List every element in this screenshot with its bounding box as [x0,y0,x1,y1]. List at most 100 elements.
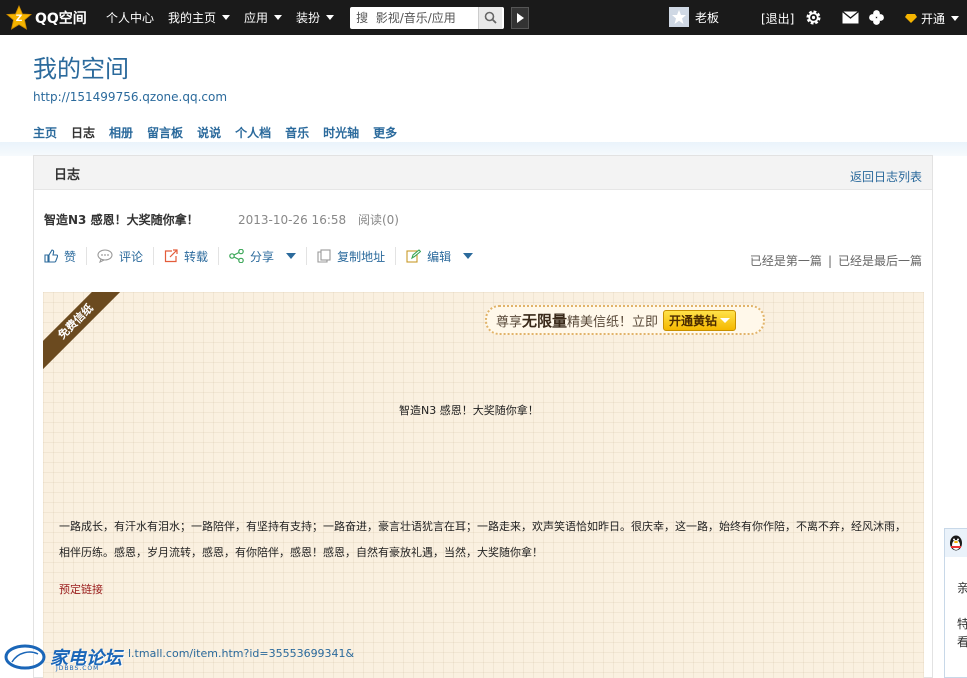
topnav-my-home[interactable]: 我的主页 [168,9,231,26]
post-reads: 阅读(0) [357,213,399,227]
qzone-logo[interactable]: Z QQ空间 [6,4,96,31]
thumbs-up-icon [44,249,58,263]
nav-guestbook[interactable]: 留言板 [147,124,183,141]
repost-button[interactable]: 转载 [154,247,220,265]
avatar [669,7,689,27]
free-paper-ribbon: 免费信纸 [43,292,123,372]
caret-down-icon [326,15,335,20]
edit-button[interactable]: 编辑 [396,247,483,265]
nav-home[interactable]: 主页 [33,124,57,141]
post-date: 2013-10-26 16:58 [238,213,347,227]
repost-label: 转载 [184,249,209,264]
main-nav: 主页 日志 相册 留言板 说说 个人档 音乐 时光轴 更多 [33,124,411,141]
search-icon [484,11,497,24]
nav-album[interactable]: 相册 [109,124,133,141]
like-label: 赞 [64,249,77,264]
play-arrow-icon [516,12,524,23]
star-logo-icon: Z [6,4,32,30]
topnav-label: 个人中心 [106,11,155,25]
topnav-decorate[interactable]: 装扮 [296,9,335,26]
nav-blog[interactable]: 日志 [71,124,95,141]
body-text: 一路成长，有汗水有泪水；一路陪伴，有坚持有支持；一路奋进，豪言壮语犹言在耳；一路… [59,520,906,559]
side-text-1: 亲 [957,581,967,595]
jdbbs-watermark: 家电论坛 JDBBS.COM [4,639,129,675]
copy-icon [317,249,331,263]
penguin-icon [950,535,962,551]
logo-text: QQ空间 [35,10,87,27]
topnav-label: 装扮 [296,11,321,25]
blog-panel: 日志 返回日志列表 智造N3 感恩！大奖随你拿！ 2013-10-26 16:5… [33,155,933,678]
post-title: 智造N3 感恩！大奖随你拿！ [44,213,199,227]
space-title: 我的空间 [33,55,129,83]
diamond-icon [905,14,917,23]
post-actions: 赞 评论 转载 分享 复制地址 编辑 [44,247,483,265]
edit-icon [406,249,422,263]
nav-shuoshuo[interactable]: 说说 [197,124,221,141]
jdbbs-logo-icon [4,644,46,670]
share-icon [229,249,244,263]
promo-bold: 无限量 [522,311,568,330]
copy-address-button[interactable]: 复制地址 [307,247,397,265]
diamond-down-icon [720,317,731,323]
like-button[interactable]: 赞 [44,247,88,265]
pager-first: 已经是第一篇 [749,254,822,268]
tmall-link[interactable]: l.tmall.com/item.htm?id=35553699341& [128,647,354,660]
ribbon-label: 免费信纸 [43,292,123,372]
side-text-2: 特 [957,617,967,631]
search-box [350,6,505,29]
caret-down-icon[interactable] [463,253,474,259]
star-avatar-icon [672,10,686,24]
comment-label: 评论 [119,249,144,264]
caret-down-icon [274,15,283,20]
post-pager: 已经是第一篇 | 已经是最后一篇 [750,252,922,269]
topnav-personal-center[interactable]: 个人中心 [106,9,154,26]
logout-link[interactable]: [退出] [761,10,794,27]
letter-paper: 免费信纸 尊享 无限量 精美信纸！立即 开通黄钻 智造N3 感恩！大奖随你拿！ 一路… [43,292,924,678]
copy-address-label: 复制地址 [337,249,386,264]
share-button[interactable]: 分享 [219,247,308,265]
vip-label: 开通 [921,12,946,26]
nav-profile[interactable]: 个人档 [235,124,271,141]
body-title: 智造N3 感恩！大奖随你拿！ [399,404,539,417]
back-to-list-link[interactable]: 返回日志列表 [850,168,922,185]
gear-icon[interactable] [805,9,822,26]
caret-down-icon [222,15,231,20]
search-input[interactable] [350,7,479,28]
promo-suffix: 精美信纸！立即 [567,314,659,330]
repost-icon [164,249,178,263]
topnav-apps[interactable]: 应用 [244,9,283,26]
nav-timeline[interactable]: 时光轴 [323,124,359,141]
promo-banner: 尊享 无限量 精美信纸！立即 开通黄钻 [485,305,765,335]
side-widget-header [945,529,967,557]
share-label: 分享 [250,249,275,264]
panel-title: 日志 [54,168,81,183]
side-chat-widget[interactable]: 亲 特 看 [944,528,967,678]
comment-button[interactable]: 评论 [87,247,155,265]
post-meta: 2013-10-26 16:58 阅读(0) [238,211,407,228]
clover-icon[interactable] [868,9,885,26]
edit-label: 编辑 [427,249,452,264]
top-nav: 个人中心 我的主页 应用 装扮 [96,9,338,26]
space-url-link[interactable]: http://151499756.qzone.qq.com [33,90,227,104]
top-bar: Z QQ空间 个人中心 我的主页 应用 装扮 老板 [退出] 开通 [0,0,967,35]
go-button[interactable] [511,6,530,29]
panel-header: 日志 返回日志列表 [34,156,932,190]
username: 老板 [695,10,720,25]
cloud-band [0,142,967,156]
nav-music[interactable]: 音乐 [285,124,309,141]
reserve-link[interactable]: 预定链接 [59,581,103,597]
topnav-label: 我的主页 [168,11,217,25]
side-text-3: 看 [957,635,967,649]
promo-prefix: 尊享 [496,314,523,330]
mail-icon[interactable] [842,11,859,24]
promo-button-label: 开通黄钻 [669,313,718,328]
search-button[interactable] [478,6,503,29]
caret-down-icon[interactable] [286,253,297,259]
nav-more[interactable]: 更多 [373,124,397,141]
svg-text:Z: Z [16,14,23,24]
user-info[interactable]: 老板 [669,7,719,27]
vip-open-menu[interactable]: 开通 [905,10,960,27]
watermark-sub: JDBBS.COM [56,665,100,672]
pager-last: 已经是最后一篇 [837,254,922,268]
open-yellow-diamond-button[interactable]: 开通黄钻 [663,309,737,331]
